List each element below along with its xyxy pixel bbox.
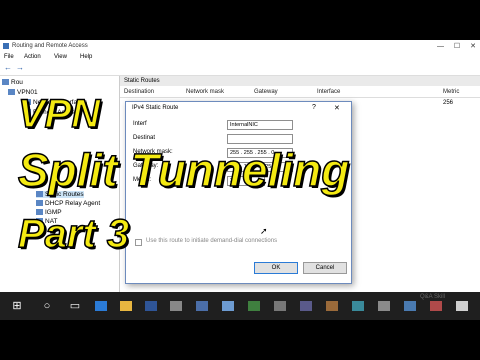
column-interface[interactable]: Interface xyxy=(317,89,340,95)
powershell-icon[interactable] xyxy=(145,301,157,311)
route-icon xyxy=(36,200,43,207)
menu-file[interactable]: File xyxy=(4,54,14,60)
minimize-icon[interactable]: — xyxy=(437,43,444,50)
video-letterbox-top xyxy=(0,0,480,40)
column-destination[interactable]: Destination xyxy=(124,89,154,95)
overlay-title-line1: VPN xyxy=(17,91,101,137)
video-letterbox-bottom xyxy=(0,320,480,360)
channel-watermark: Q&A Skill xyxy=(420,294,446,300)
app-icon xyxy=(3,43,9,49)
column-network-mask[interactable]: Network mask xyxy=(186,89,224,95)
desktop-screen: Routing and Remote Access — ☐ ✕ File Act… xyxy=(0,40,480,320)
app-icon-e[interactable] xyxy=(430,301,442,311)
destination-label: Destinat xyxy=(133,135,156,141)
server-icon xyxy=(2,79,9,86)
file-explorer-icon[interactable] xyxy=(120,301,132,311)
window-titlebar: Routing and Remote Access — ☐ ✕ xyxy=(0,40,480,52)
edge-browser-icon[interactable] xyxy=(95,301,107,311)
tree-item-root[interactable]: Rou xyxy=(2,79,23,86)
close-icon[interactable]: ✕ xyxy=(470,43,476,50)
search-icon[interactable]: ○ xyxy=(40,299,54,313)
app-icon-b[interactable] xyxy=(352,301,364,311)
cancel-button[interactable]: Cancel xyxy=(303,262,347,274)
routing-app-icon[interactable] xyxy=(196,301,208,311)
overlay-title-line2: Split Tunneling xyxy=(17,143,350,197)
app-icon-d[interactable] xyxy=(404,301,416,311)
interface-select[interactable]: InternalNIC xyxy=(227,120,293,130)
demand-dial-checkbox[interactable] xyxy=(135,239,142,246)
mmc-icon[interactable] xyxy=(300,301,312,311)
interface-label: Interf xyxy=(133,121,147,127)
route-metric-cell: 256 xyxy=(443,100,454,106)
menu-help[interactable]: Help xyxy=(80,54,92,60)
window-title: Routing and Remote Access xyxy=(12,43,88,49)
menu-view[interactable]: View xyxy=(54,54,67,60)
menu-action[interactable]: Action xyxy=(24,54,41,60)
menu-bar: File Action View Help xyxy=(0,52,480,62)
toolbar: ← → xyxy=(0,62,480,76)
forward-arrow-icon[interactable]: → xyxy=(16,63,24,72)
dialog-title: IPv4 Static Route xyxy=(132,105,179,111)
column-metric[interactable]: Metric xyxy=(443,89,459,95)
network-app-icon[interactable] xyxy=(222,301,234,311)
help-icon[interactable]: ? xyxy=(312,104,316,111)
server-icon xyxy=(8,89,15,96)
window-controls: — ☐ ✕ xyxy=(429,42,476,50)
server-manager-icon[interactable] xyxy=(170,301,182,311)
mouse-cursor-icon: ➚ xyxy=(260,226,268,236)
start-windows-icon[interactable]: ⊞ xyxy=(10,299,24,313)
dialog-close-icon[interactable]: ✕ xyxy=(334,104,340,112)
maximize-icon[interactable]: ☐ xyxy=(454,43,460,50)
app-icon-a[interactable] xyxy=(326,301,338,311)
tree-item-dhcp-relay-agent[interactable]: DHCP Relay Agent xyxy=(36,200,100,207)
console-app-icon[interactable] xyxy=(248,301,260,311)
column-gateway[interactable]: Gateway xyxy=(254,89,278,95)
back-arrow-icon[interactable]: ← xyxy=(4,63,12,72)
admin-tools-icon[interactable] xyxy=(274,301,286,311)
app-icon-f[interactable] xyxy=(456,301,468,311)
app-icon-c[interactable] xyxy=(378,301,390,311)
details-header: Static Routes xyxy=(120,76,480,86)
overlay-title-line3: Part 3 xyxy=(17,211,130,257)
demand-dial-label: Use this route to initiate demand-dial c… xyxy=(146,238,278,244)
column-headers: Destination Network mask Gateway Interfa… xyxy=(120,88,480,98)
task-view-icon[interactable]: ▭ xyxy=(68,299,82,313)
taskbar: ⊞ ○ ▭ xyxy=(0,292,480,320)
ok-button[interactable]: OK xyxy=(254,262,298,274)
